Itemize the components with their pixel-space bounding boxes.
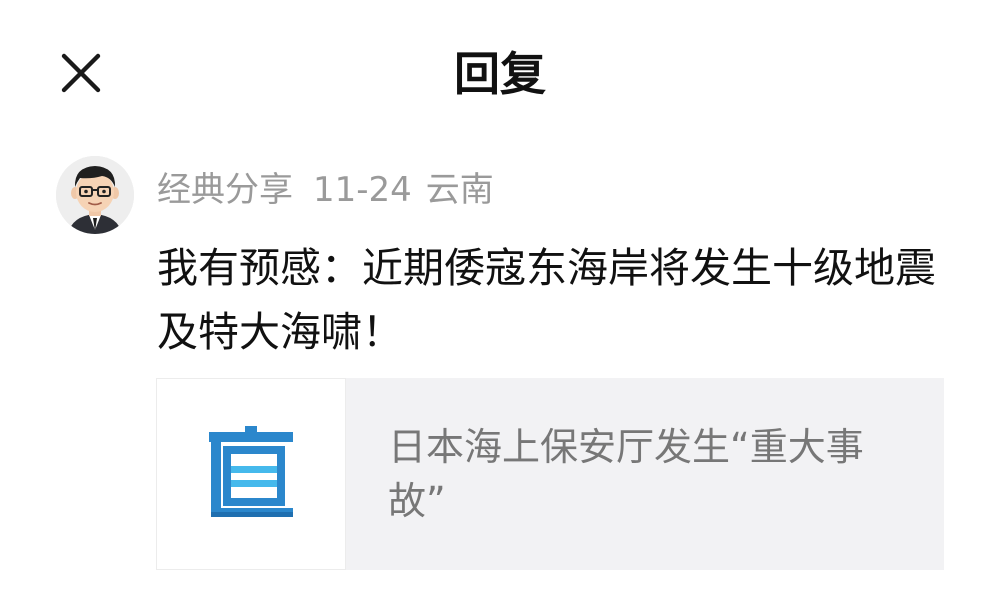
zhi-news-logo-icon [209, 426, 293, 517]
comment-location: 云南 [425, 170, 494, 210]
card-title: 日本海上保安厅发生“重大事故” [388, 425, 864, 523]
card-thumbnail [156, 378, 346, 570]
avatar[interactable] [56, 156, 134, 234]
comment-author[interactable]: 经典分享 [157, 170, 293, 210]
reply-screen: 回复 经典分享 11-24 云南 我有预感：近期倭寇东海岸将发生十级地震及特大海… [0, 0, 1000, 591]
page-title: 回复 [454, 47, 546, 101]
link-card[interactable]: 日本海上保安厅发生“重大事故” [156, 378, 944, 570]
comment-text: 我有预感：近期倭寇东海岸将发生十级地震及特大海啸！ [157, 244, 936, 356]
comment-meta: 经典分享 11-24 云南 [157, 166, 508, 214]
cartoon-man-avatar [56, 156, 134, 234]
top-bar: 回复 [0, 0, 1000, 150]
comment-date: 11-24 [313, 170, 412, 210]
